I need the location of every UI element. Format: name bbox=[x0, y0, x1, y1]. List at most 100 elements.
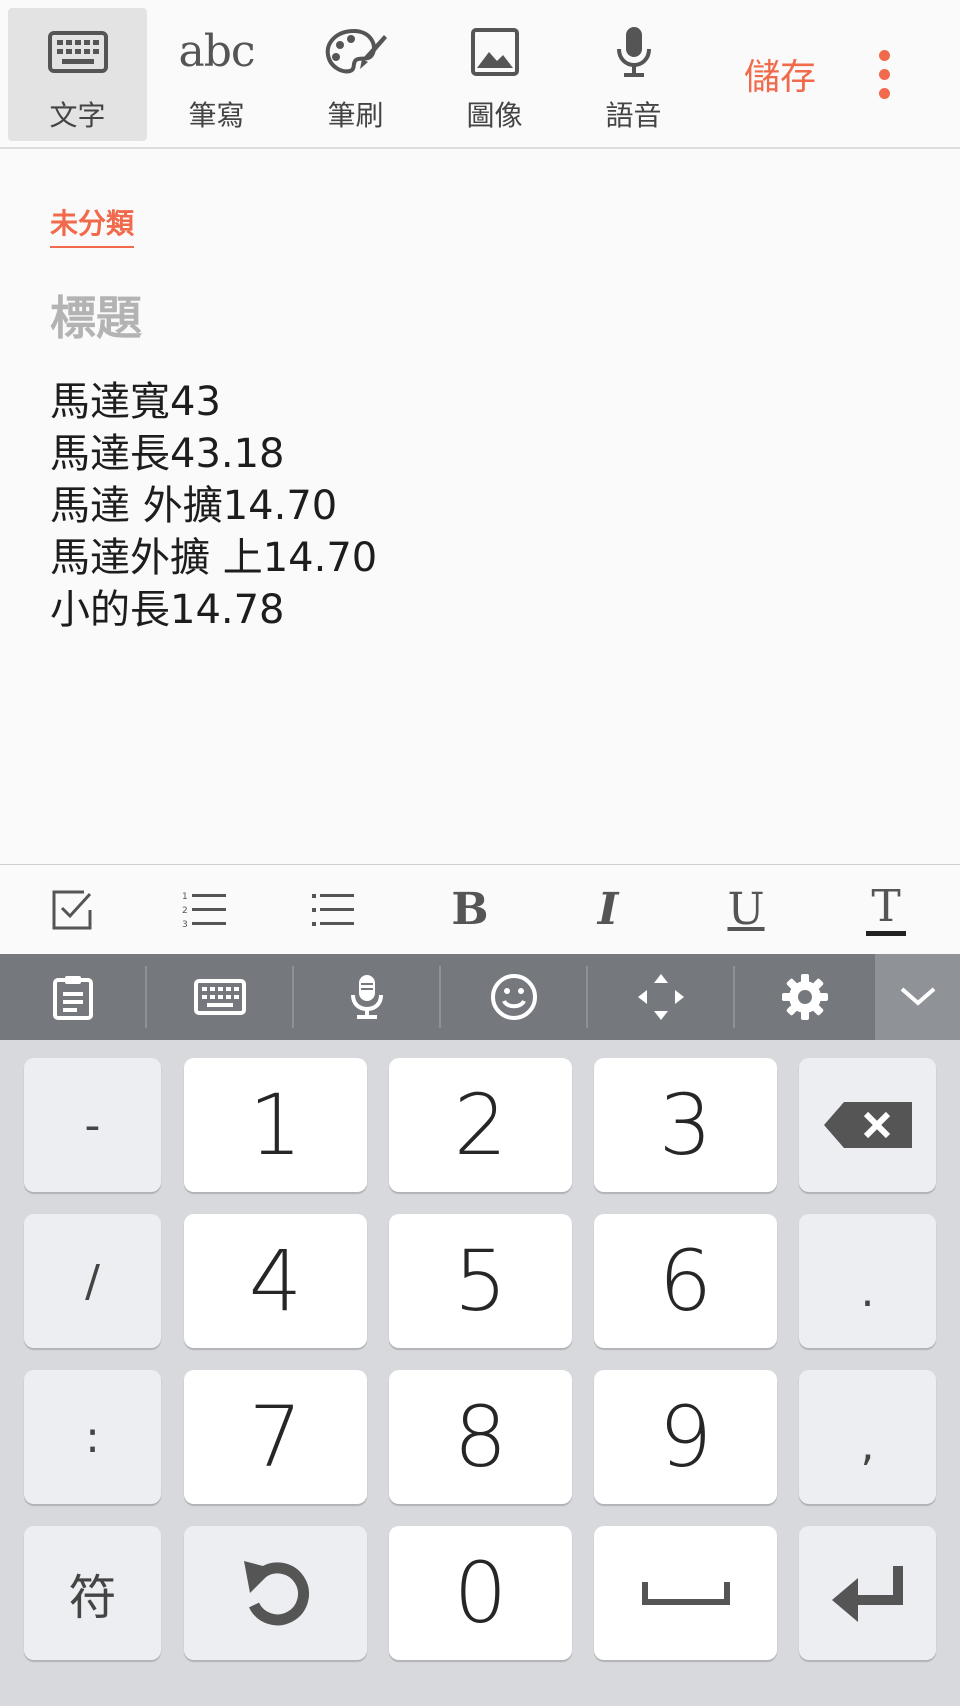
note-line: 馬達長43.18 bbox=[50, 431, 285, 477]
mode-label: 筆寫 bbox=[188, 99, 245, 132]
key-5[interactable]: 5 bbox=[389, 1214, 572, 1348]
text-color-button[interactable]: T bbox=[826, 865, 946, 955]
format-toolbar: 1 2 3 B I U T bbox=[0, 864, 960, 954]
key-slash[interactable]: / bbox=[24, 1214, 161, 1348]
key-undo[interactable] bbox=[184, 1526, 367, 1660]
undo-icon bbox=[243, 1561, 309, 1626]
space-icon bbox=[641, 1582, 730, 1605]
key-label: - bbox=[84, 1099, 101, 1151]
text-color-swatch bbox=[866, 930, 906, 936]
key-symbols[interactable]: 符 bbox=[24, 1526, 161, 1660]
numeric-keyboard: - 1 2 3 / 4 5 6 . : 7 8 9 , 符 0 bbox=[0, 1040, 960, 1706]
key-label: 6 bbox=[658, 1232, 713, 1330]
key-backspace[interactable] bbox=[799, 1058, 936, 1192]
handwriting-icon-text: abc bbox=[178, 26, 255, 77]
more-options-icon[interactable] bbox=[868, 46, 900, 102]
keyboard-icon bbox=[193, 979, 246, 1015]
microphone-icon bbox=[614, 24, 654, 80]
underline-icon: U bbox=[727, 884, 765, 935]
backspace-icon bbox=[823, 1102, 912, 1148]
key-label: 0 bbox=[453, 1544, 508, 1642]
key-colon[interactable]: : bbox=[24, 1370, 161, 1504]
italic-icon: I bbox=[597, 884, 619, 935]
clipboard-button[interactable] bbox=[0, 954, 145, 1040]
cursor-move-icon bbox=[637, 974, 684, 1020]
cursor-move-button[interactable] bbox=[588, 954, 733, 1040]
key-label: 3 bbox=[658, 1076, 713, 1174]
keyboard-icon bbox=[47, 24, 108, 80]
mode-label: 筆刷 bbox=[327, 99, 384, 132]
svg-text:1: 1 bbox=[182, 892, 188, 902]
key-label: 5 bbox=[453, 1232, 508, 1330]
checkbox-icon bbox=[52, 890, 92, 930]
key-0[interactable]: 0 bbox=[389, 1526, 572, 1660]
key-label: 2 bbox=[453, 1076, 508, 1174]
note-line: 小的長14.78 bbox=[50, 587, 285, 633]
emoji-icon bbox=[490, 974, 537, 1020]
key-6[interactable]: 6 bbox=[594, 1214, 777, 1348]
key-4[interactable]: 4 bbox=[184, 1214, 367, 1348]
emoji-button[interactable] bbox=[441, 954, 586, 1040]
note-line: 馬達外擴 上14.70 bbox=[50, 535, 378, 581]
key-space[interactable] bbox=[594, 1526, 777, 1660]
bold-button[interactable]: B bbox=[410, 865, 530, 955]
keyboard-toolbar bbox=[0, 954, 960, 1040]
bold-icon: B bbox=[451, 884, 489, 935]
key-label: 4 bbox=[248, 1232, 303, 1330]
key-7[interactable]: 7 bbox=[184, 1370, 367, 1504]
key-3[interactable]: 3 bbox=[594, 1058, 777, 1192]
collapse-chevron-icon bbox=[900, 987, 935, 1006]
checkbox-button[interactable] bbox=[12, 865, 132, 955]
voice-input-icon bbox=[350, 975, 383, 1019]
save-button[interactable]: 儲存 bbox=[744, 48, 816, 100]
numbered-list-icon: 1 2 3 bbox=[182, 892, 226, 930]
brush-palette-icon bbox=[324, 24, 388, 80]
collapse-keyboard-button[interactable] bbox=[875, 954, 960, 1040]
mode-label: 圖像 bbox=[466, 99, 523, 132]
mode-label: 語音 bbox=[605, 99, 662, 132]
svg-text:2: 2 bbox=[182, 906, 188, 916]
key-label: . bbox=[860, 1265, 875, 1317]
key-label: : bbox=[85, 1411, 100, 1463]
mode-image-button[interactable]: 圖像 bbox=[425, 8, 564, 141]
key-label: 1 bbox=[248, 1076, 303, 1174]
title-field[interactable]: 標題 bbox=[50, 282, 142, 348]
note-line: 馬達 外擴14.70 bbox=[50, 483, 338, 529]
editor-toolbar: 文字 abc 筆寫 筆刷 圖像 語音 儲存 bbox=[0, 0, 960, 149]
key-label: / bbox=[85, 1255, 100, 1307]
keyboard-switch-button[interactable] bbox=[147, 954, 292, 1040]
key-enter[interactable] bbox=[799, 1526, 936, 1660]
mode-handwriting-button[interactable]: abc 筆寫 bbox=[147, 8, 286, 141]
svg-text:3: 3 bbox=[182, 920, 188, 930]
key-9[interactable]: 9 bbox=[594, 1370, 777, 1504]
key-label: 9 bbox=[658, 1388, 713, 1486]
key-1[interactable]: 1 bbox=[184, 1058, 367, 1192]
key-label: , bbox=[860, 1419, 875, 1471]
category-selector[interactable]: 未分類 bbox=[50, 202, 135, 248]
enter-icon bbox=[831, 1566, 903, 1622]
key-label: 符 bbox=[68, 1570, 117, 1626]
keyboard-settings-button[interactable] bbox=[735, 954, 875, 1040]
mode-brush-button[interactable]: 筆刷 bbox=[286, 8, 425, 141]
italic-button[interactable]: I bbox=[548, 865, 668, 955]
key-period[interactable]: . bbox=[799, 1214, 936, 1348]
voice-input-button[interactable] bbox=[294, 954, 439, 1040]
bullet-list-button[interactable] bbox=[272, 865, 392, 955]
key-hyphen[interactable]: - bbox=[24, 1058, 161, 1192]
mode-voice-button[interactable]: 語音 bbox=[564, 8, 703, 141]
key-2[interactable]: 2 bbox=[389, 1058, 572, 1192]
key-comma[interactable]: , bbox=[799, 1370, 936, 1504]
handwriting-icon: abc bbox=[178, 24, 255, 80]
text-color-icon: T bbox=[871, 880, 901, 932]
settings-icon bbox=[782, 974, 828, 1020]
clipboard-icon bbox=[52, 976, 93, 1020]
underline-button[interactable]: U bbox=[686, 865, 806, 955]
image-icon bbox=[470, 24, 519, 80]
key-label: 7 bbox=[248, 1388, 303, 1486]
note-body-editor[interactable]: 馬達寬43 馬達長43.18 馬達 外擴14.70 馬達外擴 上14.70 小的… bbox=[50, 376, 910, 636]
key-label: 8 bbox=[453, 1388, 508, 1486]
key-8[interactable]: 8 bbox=[389, 1370, 572, 1504]
numbered-list-button[interactable]: 1 2 3 bbox=[144, 865, 264, 955]
note-line: 馬達寬43 bbox=[50, 379, 221, 425]
mode-text-button[interactable]: 文字 bbox=[8, 8, 147, 141]
